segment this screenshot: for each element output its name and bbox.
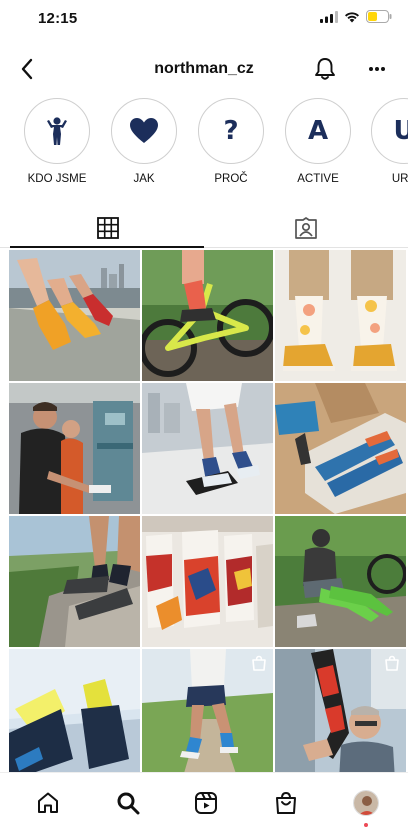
highlight-ure[interactable]: U URE: [364, 98, 408, 185]
highlight-kdo-jsme[interactable]: KDO JSME: [17, 98, 97, 185]
tagged-person-icon: [295, 217, 317, 239]
highlight-label: URE: [391, 173, 408, 185]
highlight-circle[interactable]: [111, 98, 177, 164]
bell-icon: [315, 58, 335, 80]
post-tile[interactable]: [142, 649, 273, 780]
nav-search[interactable]: [108, 783, 148, 823]
post-image: [9, 250, 140, 381]
highlight-active[interactable]: A ACTIVE: [278, 98, 358, 185]
wifi-icon: [345, 11, 359, 22]
highlight-label: PROČ: [214, 173, 248, 185]
status-time: 12:15: [38, 10, 78, 27]
nav-home[interactable]: [28, 783, 68, 823]
more-icon: [369, 67, 385, 71]
reels-icon: [195, 792, 217, 814]
tab-grid[interactable]: [6, 208, 210, 248]
notification-dot: [364, 823, 368, 827]
post-image: [9, 383, 140, 514]
post-tile[interactable]: [142, 516, 273, 647]
highlight-circle[interactable]: U: [371, 98, 408, 164]
highlight-proc[interactable]: ? PROČ: [191, 98, 271, 185]
highlight-label: JAK: [133, 173, 155, 185]
shop-icon: [276, 791, 296, 814]
person-icon: [47, 117, 67, 145]
post-image: [9, 516, 140, 647]
post-tile[interactable]: [9, 383, 140, 514]
post-tile[interactable]: [142, 383, 273, 514]
post-tile[interactable]: [9, 250, 140, 381]
post-image: [9, 649, 140, 780]
post-tile[interactable]: [275, 516, 406, 647]
post-tile[interactable]: [275, 383, 406, 514]
question-icon: ?: [223, 116, 239, 146]
highlight-label: KDO JSME: [27, 173, 87, 185]
story-highlights: KDO JSME JAK ? PROČ A ACTIVE U URE: [0, 98, 408, 198]
battery-icon: [366, 10, 392, 23]
post-image: [275, 516, 406, 647]
highlight-label: ACTIVE: [297, 173, 339, 185]
nav-profile[interactable]: [346, 783, 386, 827]
post-image: [142, 383, 273, 514]
notifications-button[interactable]: [310, 54, 340, 84]
post-tile[interactable]: [9, 649, 140, 780]
active-tab-indicator: [10, 246, 204, 248]
post-tile[interactable]: [275, 250, 406, 381]
post-image: [142, 250, 273, 381]
highlight-circle[interactable]: ?: [198, 98, 264, 164]
shopping-bag-icon: [385, 655, 399, 671]
more-options-button[interactable]: [362, 54, 392, 84]
search-icon: [117, 792, 140, 815]
highlight-circle[interactable]: A: [285, 98, 351, 164]
signal-icon: [320, 10, 338, 23]
bottom-nav: [0, 772, 408, 836]
heart-icon: [130, 118, 158, 143]
profile-avatar-icon: [353, 790, 379, 816]
nav-shop[interactable]: [266, 783, 306, 823]
nav-reels[interactable]: [186, 783, 226, 823]
post-tile[interactable]: [9, 516, 140, 647]
shopping-bag-icon: [252, 655, 266, 671]
highlight-circle[interactable]: [24, 98, 90, 164]
post-image: [142, 516, 273, 647]
post-image: [275, 250, 406, 381]
status-icons: [320, 10, 392, 23]
highlight-jak[interactable]: JAK: [104, 98, 184, 185]
home-icon: [38, 792, 58, 813]
grid-icon: [97, 217, 119, 239]
profile-username: northman_cz: [154, 60, 254, 77]
post-image: [275, 383, 406, 514]
post-tile[interactable]: [142, 250, 273, 381]
profile-header: northman_cz: [0, 48, 408, 92]
post-tile[interactable]: [275, 649, 406, 780]
status-bar: 12:15: [0, 0, 408, 40]
profile-tabs: [0, 208, 408, 248]
letter-u-icon: U: [393, 116, 408, 146]
letter-a-icon: A: [307, 116, 329, 146]
tab-tagged[interactable]: [204, 208, 408, 248]
